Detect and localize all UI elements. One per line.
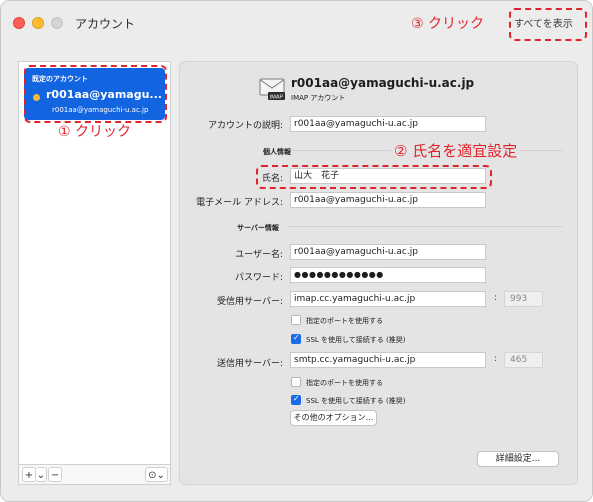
outgoing-server-field[interactable]: smtp.cc.yamaguchi-u.ac.jp <box>290 352 486 368</box>
add-account-chevron-icon[interactable]: ⌄ <box>36 467 47 482</box>
zoom-window-button[interactable] <box>51 17 63 29</box>
outgoing-ssl-checkbox[interactable] <box>291 394 301 405</box>
server-info-section: サーバー情報 <box>237 224 279 232</box>
account-type: IMAP アカウント <box>291 94 346 102</box>
server-section-divider <box>287 226 562 227</box>
outgoing-port-field[interactable]: 465 <box>504 352 543 368</box>
annotation-step1: ① クリック <box>58 124 132 140</box>
incoming-server-field[interactable]: imap.cc.yamaguchi-u.ac.jp <box>290 291 486 307</box>
incoming-port-separator: : <box>494 293 498 303</box>
close-window-button[interactable] <box>13 17 25 29</box>
show-all-button[interactable]: すべてを表示 <box>514 15 573 30</box>
more-actions-button[interactable]: ⊙⌄ <box>145 467 168 482</box>
sidebar-toolbar: + ⌄ − ⊙⌄ <box>19 464 170 484</box>
remove-account-button[interactable]: − <box>48 467 62 482</box>
description-label: アカウントの説明: <box>207 121 283 131</box>
header-email: r001aa@yamaguchi-u.ac.jp <box>291 76 475 90</box>
imap-tag-label: IMAP <box>270 94 284 100</box>
incoming-ssl-checkbox[interactable] <box>291 333 301 344</box>
incoming-port-field[interactable]: 993 <box>504 291 543 307</box>
accounts-window: アカウント ③ クリック すべてを表示 既定のアカウント r001aa@yama… <box>0 0 593 502</box>
description-field[interactable]: r001aa@yamaguchi-u.ac.jp <box>290 116 486 132</box>
outgoing-port-separator: : <box>494 354 498 364</box>
password-label: パスワード: <box>234 273 283 283</box>
full-name-field[interactable]: 山大 花子 <box>290 168 486 184</box>
password-field[interactable]: ●●●●●●●●●●●● <box>290 267 486 283</box>
email-address-field[interactable]: r001aa@yamaguchi-u.ac.jp <box>290 192 486 208</box>
other-options-button[interactable]: その他のオプション... <box>290 410 377 426</box>
annotation-step3: ③ クリック <box>411 16 485 32</box>
incoming-server-label: 受信用サーバー: <box>217 297 283 307</box>
incoming-ssl-label: SSL を使用して接続する (推奨) <box>306 336 406 344</box>
personal-info-section: 個人情報 <box>263 148 291 156</box>
outgoing-server-label: 送信用サーバー: <box>217 359 283 369</box>
incoming-custom-port-checkbox[interactable] <box>291 315 301 325</box>
incoming-custom-port-label: 指定のポートを使用する <box>306 317 383 325</box>
username-label: ユーザー名: <box>235 250 283 260</box>
outgoing-custom-port-checkbox[interactable] <box>291 377 301 387</box>
email-address-label: 電子メール アドレス: <box>196 198 283 208</box>
minimize-window-button[interactable] <box>32 17 44 29</box>
annotation-highlight-account <box>24 65 167 123</box>
username-field[interactable]: r001aa@yamaguchi-u.ac.jp <box>290 244 486 260</box>
advanced-settings-button[interactable]: 詳細設定... <box>477 451 559 467</box>
outgoing-ssl-label: SSL を使用して接続する (推奨) <box>306 397 406 405</box>
window-title: アカウント <box>75 17 136 31</box>
outgoing-custom-port-label: 指定のポートを使用する <box>306 379 383 387</box>
mail-envelope-icon: IMAP <box>259 78 285 100</box>
name-label: 氏名: <box>261 174 283 184</box>
add-account-button[interactable]: + <box>22 467 36 482</box>
annotation-step2: ② 氏名を適宜設定 <box>391 140 521 161</box>
title-bar: アカウント ③ クリック すべてを表示 <box>1 1 592 45</box>
